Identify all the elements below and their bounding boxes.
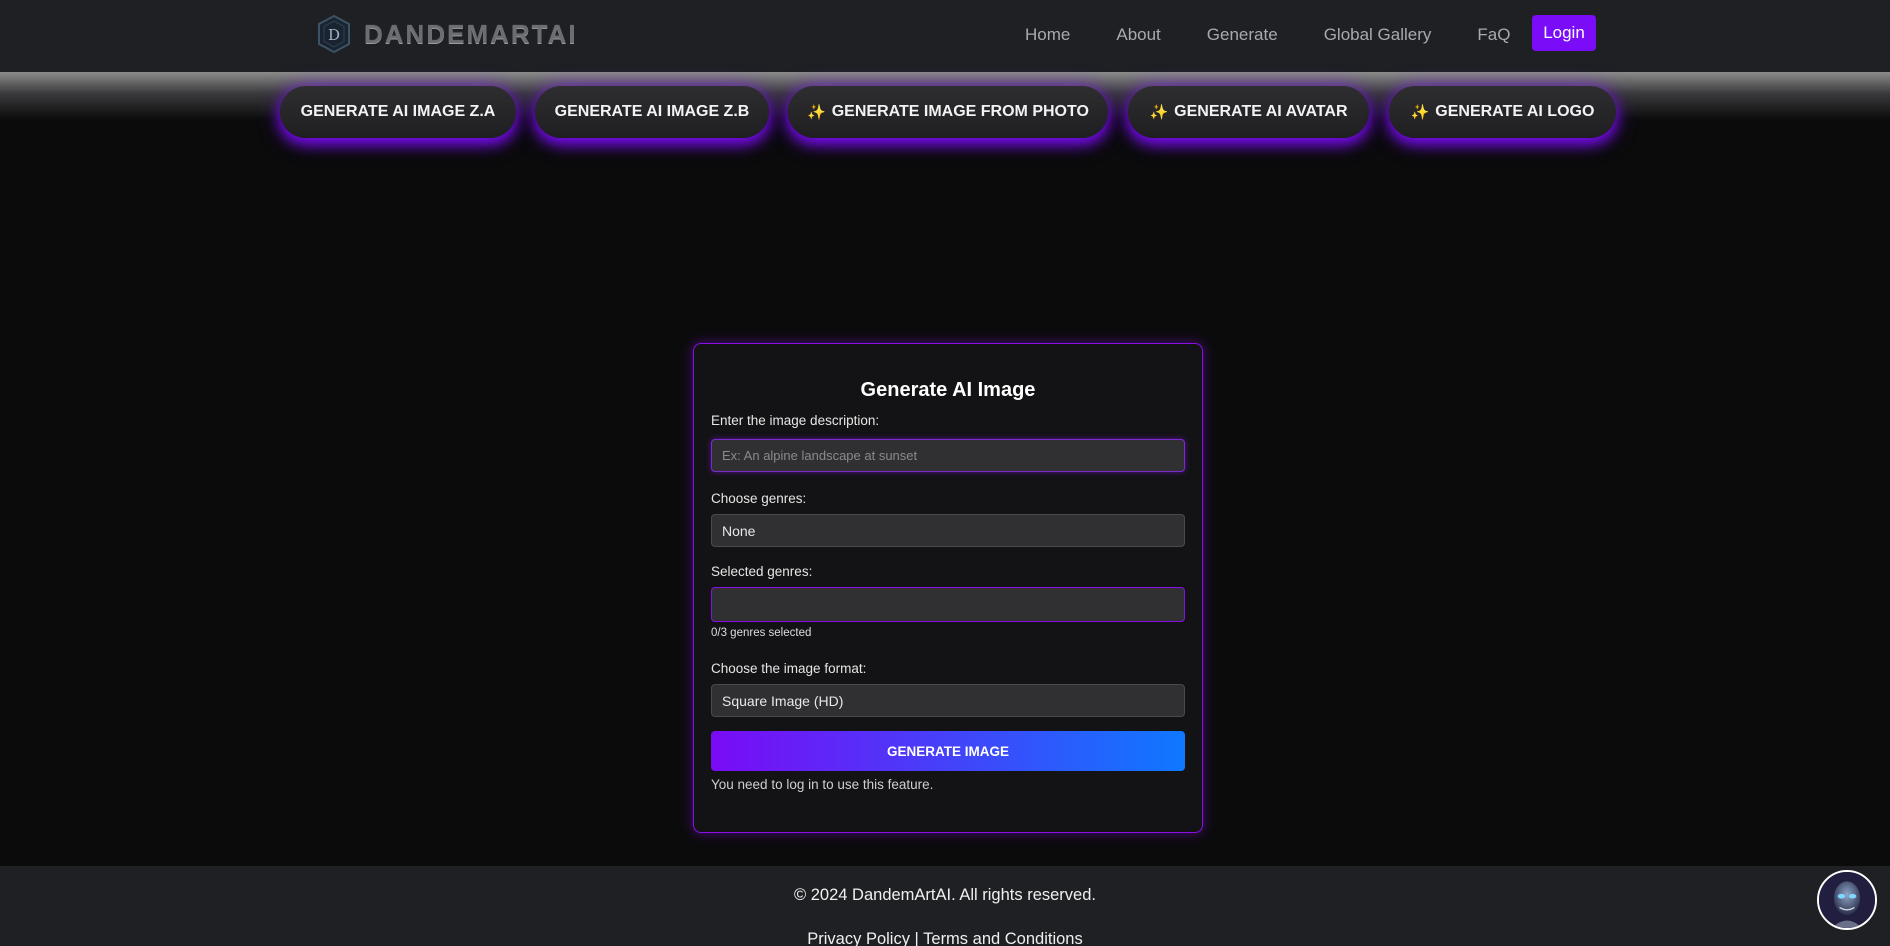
nav-generate[interactable]: Generate <box>1207 24 1278 46</box>
nav-about[interactable]: About <box>1116 24 1160 46</box>
pill-label: GENERATE IMAGE FROM PHOTO <box>831 103 1089 120</box>
site-logo[interactable]: D DANDEMARTAI <box>316 14 578 54</box>
footer-separator: | <box>909 930 924 946</box>
form-title: Generate AI Image <box>860 379 1036 401</box>
login-button[interactable]: Login <box>1532 15 1596 51</box>
privacy-policy-link[interactable]: Privacy Policy <box>807 930 910 946</box>
description-label: Enter the image description: <box>711 413 880 428</box>
brand-name: DANDEMARTAI <box>364 18 578 49</box>
format-label: Choose the image format: <box>711 661 867 676</box>
pill-generate-ai-logo[interactable]: ✨ GENERATE AI LOGO <box>1389 86 1616 138</box>
nav-faq[interactable]: FaQ <box>1477 24 1510 46</box>
pill-generate-image-from-photo[interactable]: ✨ GENERATE IMAGE FROM PHOTO <box>788 86 1108 138</box>
genres-count: 0/3 genres selected <box>711 627 812 639</box>
pill-generate-ai-image-za[interactable]: GENERATE AI IMAGE Z.A <box>280 86 516 138</box>
sparkle-icon: ✨ <box>1149 104 1169 121</box>
pill-label: GENERATE AI IMAGE Z.B <box>554 103 750 120</box>
selected-genres-box[interactable] <box>711 587 1185 622</box>
main-nav: Home About Generate Global Gallery FaQ <box>1025 24 1556 46</box>
generate-image-button[interactable]: GENERATE IMAGE <box>711 731 1185 771</box>
format-select[interactable]: Square Image (HD) <box>711 684 1185 717</box>
pill-generate-ai-avatar[interactable]: ✨ GENERATE AI AVATAR <box>1128 86 1369 138</box>
generate-form-card: Generate AI Image Enter the image descri… <box>693 343 1203 833</box>
description-input[interactable]: Ex: An alpine landscape at sunset <box>711 439 1185 472</box>
svg-text:D: D <box>328 26 340 44</box>
selected-genres-label: Selected genres: <box>711 564 813 579</box>
sparkle-icon: ✨ <box>807 104 826 121</box>
copyright-text: © 2024 DandemArtAI. All rights reserved. <box>794 886 1096 904</box>
robot-face-icon <box>1819 872 1875 928</box>
nav-home[interactable]: Home <box>1025 24 1070 46</box>
sparkle-icon: ✨ <box>1410 104 1430 121</box>
generator-tabs: GENERATE AI IMAGE Z.A GENERATE AI IMAGE … <box>0 86 1890 138</box>
genres-label: Choose genres: <box>711 491 807 506</box>
genres-select[interactable]: None <box>711 514 1185 547</box>
footer-links: Privacy Policy | Terms and Conditions <box>0 930 1890 946</box>
nav-global-gallery[interactable]: Global Gallery <box>1324 24 1432 46</box>
login-required-note: You need to log in to use this feature. <box>711 777 934 792</box>
pill-label: GENERATE AI LOGO <box>1435 103 1595 120</box>
pill-generate-ai-image-zb[interactable]: GENERATE AI IMAGE Z.B <box>535 86 769 138</box>
assistant-avatar-button[interactable] <box>1817 870 1877 930</box>
terms-link[interactable]: Terms and Conditions <box>923 930 1083 946</box>
logo-hexagon-icon: D <box>318 14 350 54</box>
top-navbar: D DANDEMARTAI Home About Generate Global… <box>0 0 1890 72</box>
pill-label: GENERATE AI IMAGE Z.A <box>300 103 496 120</box>
footer: © 2024 DandemArtAI. All rights reserved.… <box>0 866 1890 946</box>
pill-label: GENERATE AI AVATAR <box>1174 103 1348 120</box>
